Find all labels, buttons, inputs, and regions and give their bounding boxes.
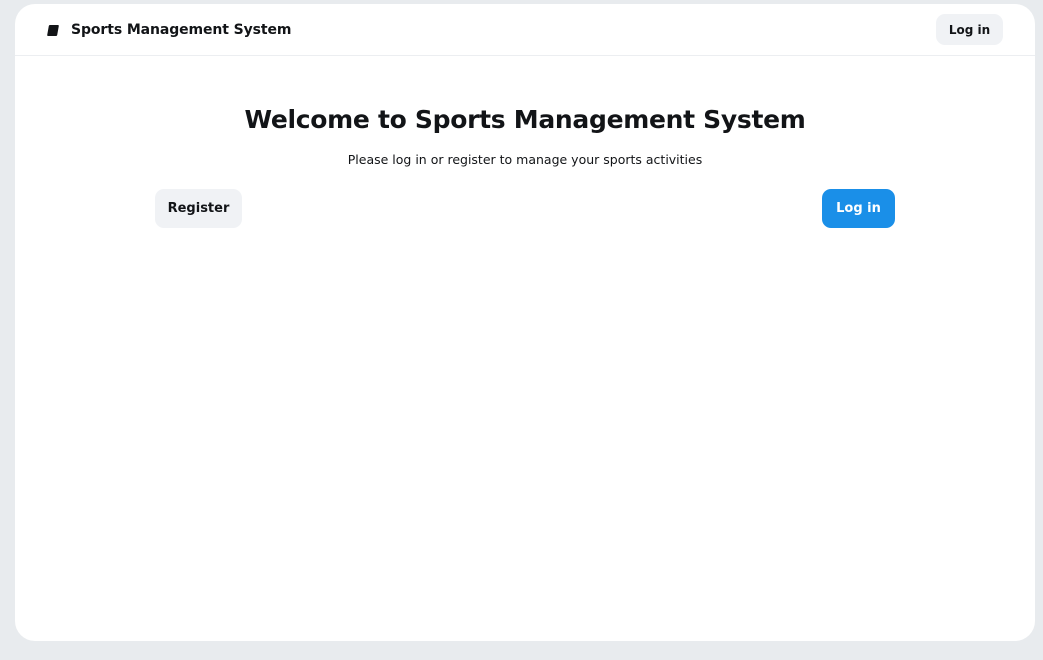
login-button[interactable]: Log in: [822, 189, 895, 228]
header-login-button[interactable]: Log in: [936, 14, 1003, 45]
app-title: Sports Management System: [71, 22, 292, 38]
welcome-subtitle: Please log in or register to manage your…: [347, 152, 703, 167]
app-window: Sports Management System Log in Welcome …: [15, 4, 1035, 641]
register-button[interactable]: Register: [155, 189, 242, 228]
brand: Sports Management System: [47, 19, 292, 41]
top-navigation-bar: Sports Management System Log in: [15, 4, 1035, 56]
logo-icon: [47, 24, 59, 36]
welcome-heading: Welcome to Sports Management System: [244, 105, 806, 134]
